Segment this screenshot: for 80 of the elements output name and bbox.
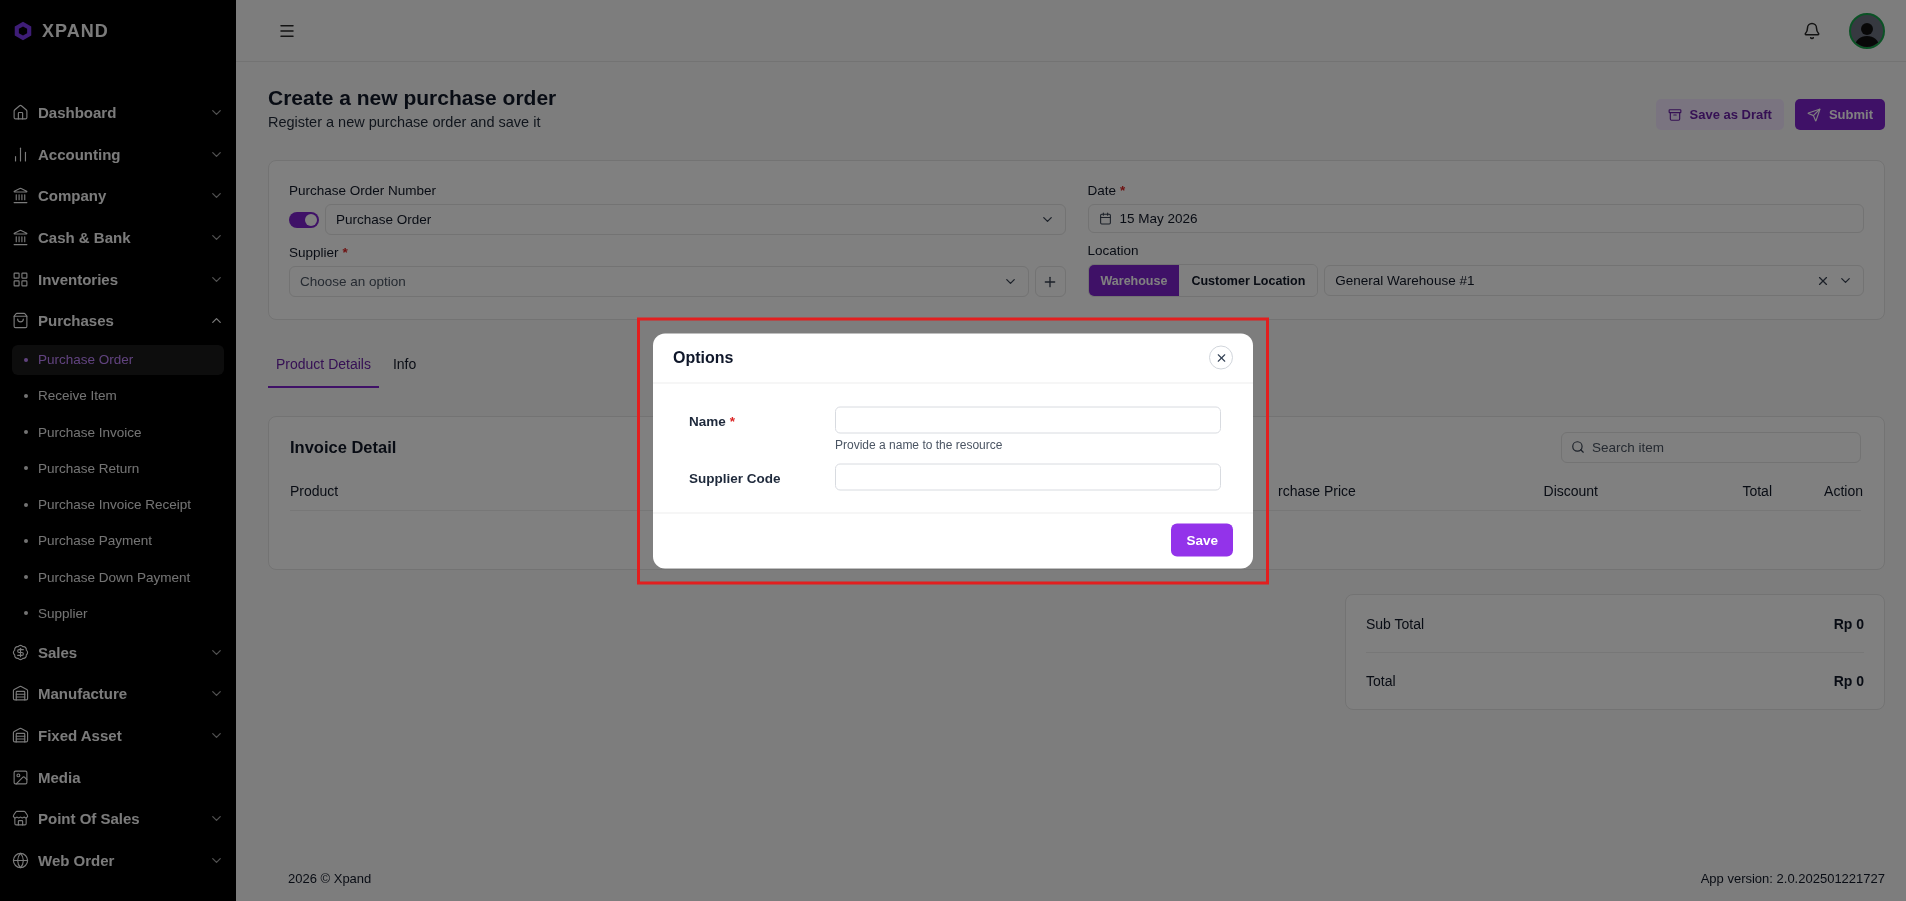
draft-button[interactable]: Save as Draft	[1655, 99, 1784, 130]
sidebar-item[interactable]: Sales	[12, 631, 224, 674]
field-hint: Provide a name to the resource	[835, 437, 1004, 451]
total-value: Rp 0	[1833, 615, 1864, 632]
date-field[interactable]: 15 May 2026	[1087, 204, 1864, 233]
field-label: Supplier Code	[689, 470, 781, 485]
save-button[interactable]: Save	[1171, 523, 1233, 556]
select-field[interactable]: Purchase Order	[325, 204, 1066, 235]
bar-chart-icon	[12, 145, 29, 163]
search-field[interactable]: Search item	[1561, 431, 1861, 463]
segment-button[interactable]: Warehouse	[1088, 265, 1180, 296]
sidebar-subitem[interactable]: Receive Item	[12, 380, 224, 412]
sidebar-item[interactable]: Fixed Asset	[12, 714, 224, 757]
sidebar-item[interactable]: Company	[12, 175, 224, 217]
page-subtitle: Register a new purchase order and save it	[268, 114, 542, 130]
column-header: Discount	[1542, 482, 1598, 499]
card-title: Invoice Detail	[290, 437, 397, 457]
add-button[interactable]	[1034, 266, 1066, 297]
warehouse-icon	[12, 685, 29, 703]
calendar-icon	[1098, 212, 1112, 225]
total-value: Rp 0	[1833, 673, 1864, 689]
sidebar-item[interactable]: Accounting	[12, 133, 224, 176]
input-field[interactable]	[835, 463, 1221, 490]
version-text: App version: 2.0.202501221727	[1700, 870, 1885, 886]
total-label: Sub Total	[1366, 615, 1425, 632]
field-label: Date	[1087, 183, 1117, 198]
page-title: Create a new purchase order	[268, 86, 557, 110]
tab[interactable]: Product Details	[268, 346, 379, 388]
toggle-switch[interactable]	[289, 211, 319, 228]
field-label: Name	[689, 413, 726, 428]
sidebar-subitem[interactable]: Purchase Invoice	[12, 417, 224, 448]
brand-name: XPAND	[42, 20, 109, 42]
search-icon	[1571, 439, 1585, 454]
close-button[interactable]	[1209, 345, 1233, 370]
sidebar-subitem[interactable]: Supplier	[12, 598, 224, 629]
logo-icon	[12, 20, 34, 42]
dollar-badge-icon	[12, 643, 29, 661]
globe-icon	[12, 851, 29, 869]
select-field[interactable]: Choose an option	[289, 266, 1029, 297]
submit-button[interactable]: Submit	[1794, 99, 1885, 130]
column-header: Action	[1823, 482, 1863, 499]
required-mark: *	[1120, 183, 1126, 198]
sidebar-subitem[interactable]: Purchase Return	[12, 453, 224, 484]
required-mark: *	[729, 413, 736, 428]
store-icon	[12, 810, 29, 828]
copyright-text: 2026 © Xpand	[288, 870, 372, 886]
bank-icon	[12, 229, 29, 247]
dialog-title: Options	[673, 348, 734, 367]
sidebar-item[interactable]: Dashboard	[12, 92, 224, 134]
field-label: Supplier	[289, 245, 339, 260]
required-mark: *	[342, 245, 348, 260]
tab[interactable]: Info	[384, 346, 425, 388]
sidebar-item[interactable]: Web Order	[12, 839, 224, 882]
column-header: Total	[1741, 482, 1772, 499]
bell-icon[interactable]	[1803, 21, 1821, 40]
image-icon	[12, 768, 29, 786]
sidebar-item[interactable]: Inventories	[12, 258, 224, 300]
sidebar-item[interactable]: Media	[12, 756, 224, 798]
field-label: Purchase Order Number	[289, 183, 437, 198]
sidebar-subitem[interactable]: Purchase Payment	[12, 525, 224, 557]
column-header: rchase Price	[1278, 482, 1357, 499]
sidebar-subitem[interactable]: Purchase Invoice Receipt	[12, 489, 224, 520]
bag-icon	[12, 312, 29, 330]
avatar[interactable]	[1849, 12, 1885, 49]
send-icon	[1806, 107, 1821, 122]
column-header: Product	[290, 482, 340, 499]
sidebar-item[interactable]: Purchases	[12, 299, 224, 342]
house-icon	[12, 104, 29, 122]
warehouse-icon	[12, 727, 29, 745]
grid-icon	[12, 270, 29, 288]
sidebar-item[interactable]: Manufacture	[12, 673, 224, 715]
input-field[interactable]	[835, 406, 1221, 433]
archive-icon	[1667, 107, 1682, 122]
sidebar-item[interactable]: Point Of Sales	[12, 797, 224, 840]
sidebar-item[interactable]: Cash & Bank	[12, 216, 224, 259]
total-label: Total	[1366, 673, 1396, 689]
bank-icon	[12, 187, 29, 205]
sidebar-subitem[interactable]: Purchase Down Payment	[12, 562, 224, 593]
select-field[interactable]: General Warehouse #1	[1324, 265, 1864, 296]
field-label: Location	[1087, 243, 1139, 258]
